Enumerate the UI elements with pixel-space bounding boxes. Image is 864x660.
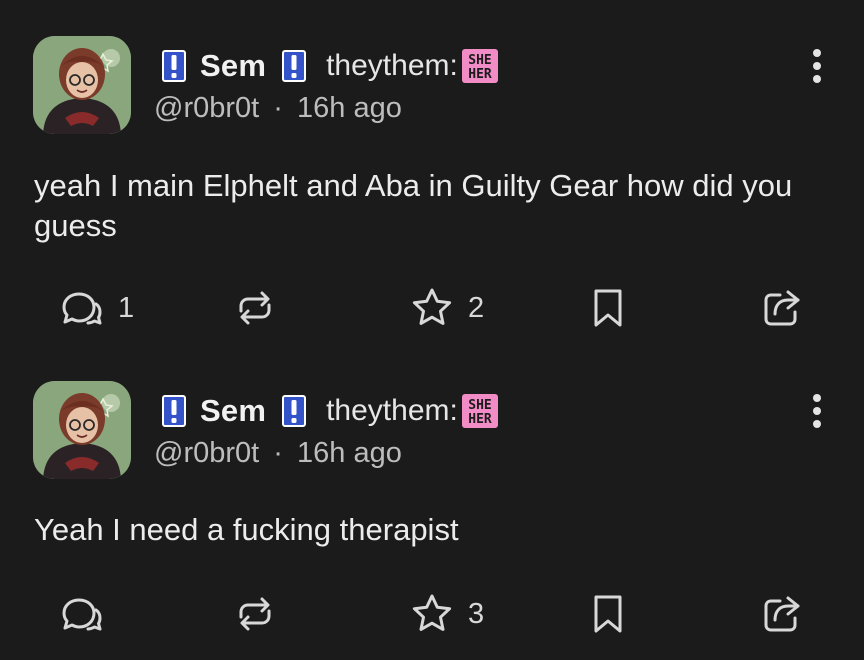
timestamp[interactable]: 16h ago (297, 437, 402, 469)
author-name-row[interactable]: Sem theythem: SHE HER (162, 391, 498, 431)
exclamation-flag-icon (282, 50, 307, 82)
favourite-count: 3 (468, 597, 485, 630)
reply-icon (62, 292, 102, 325)
post-content: Yeah I need a fucking therapist (34, 512, 459, 547)
handle-row: @r0br0t · 16h ago (154, 92, 402, 125)
bookmark-icon (594, 595, 622, 633)
handle[interactable]: @r0br0t (154, 437, 259, 469)
badge-line-2: HER (468, 412, 492, 427)
exclamation-flag-icon (282, 395, 307, 427)
favourite-count: 2 (468, 291, 485, 324)
separator: · (273, 92, 283, 124)
avatar[interactable] (33, 36, 131, 134)
share-icon (764, 290, 800, 326)
favourite-button[interactable]: 2 (410, 286, 484, 330)
star-icon (412, 288, 452, 325)
display-name[interactable]: Sem (200, 48, 266, 84)
bookmark-button[interactable] (586, 592, 630, 636)
handle-row: @r0br0t · 16h ago (154, 437, 402, 470)
reply-button[interactable] (60, 592, 118, 636)
reply-button[interactable]: 1 (60, 286, 134, 330)
exclamation-flag-icon (162, 395, 186, 427)
reply-count: 1 (118, 291, 135, 324)
display-name[interactable]: Sem (200, 393, 266, 429)
bookmark-icon (594, 289, 622, 327)
post[interactable]: Sem theythem: SHE HER @r0br0t · 16h ago … (0, 345, 864, 660)
more-vertical-icon[interactable] (802, 389, 832, 433)
boost-button[interactable] (233, 592, 291, 636)
she-her-badge-icon: SHE HER (461, 394, 498, 428)
badge-line-1: SHE (468, 53, 491, 68)
post[interactable]: Sem theythem: SHE HER @r0br0t · 16h ago … (0, 0, 864, 345)
bookmark-button[interactable] (586, 286, 630, 330)
share-button[interactable] (760, 286, 804, 330)
handle[interactable]: @r0br0t (154, 92, 259, 124)
pronouns-label: theythem: (326, 49, 458, 82)
favourite-button[interactable]: 3 (410, 592, 484, 636)
post-content: yeah I main Elphelt and Aba in Guilty Ge… (34, 168, 793, 243)
more-vertical-icon[interactable] (802, 44, 832, 88)
share-button[interactable] (760, 592, 804, 636)
badge-line-1: SHE (468, 398, 491, 413)
boost-button[interactable] (233, 286, 291, 330)
exclamation-flag-icon (162, 50, 186, 82)
badge-line-2: HER (468, 67, 492, 82)
reply-icon (62, 598, 102, 631)
boost-icon (239, 597, 271, 631)
avatar[interactable] (33, 381, 131, 479)
separator: · (273, 437, 283, 469)
star-icon (412, 594, 452, 631)
share-icon (764, 596, 800, 632)
boost-icon (239, 291, 271, 325)
author-name-row[interactable]: Sem theythem: SHE HER (162, 46, 498, 86)
pronouns-label: theythem: (326, 394, 458, 427)
timestamp[interactable]: 16h ago (297, 92, 402, 124)
she-her-badge-icon: SHE HER (461, 49, 498, 83)
